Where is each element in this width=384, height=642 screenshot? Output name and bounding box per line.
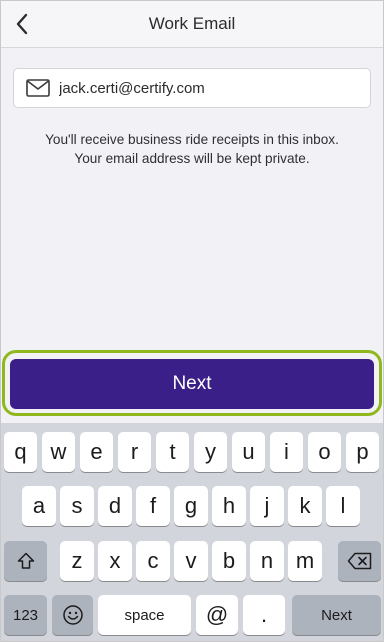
info-line-1: You'll receive business ride receipts in…	[45, 132, 339, 147]
key-x[interactable]: x	[98, 541, 132, 581]
key-n[interactable]: n	[250, 541, 284, 581]
backspace-icon	[347, 552, 371, 570]
key-e[interactable]: e	[80, 432, 113, 472]
next-button[interactable]: Next	[10, 359, 374, 409]
delete-key[interactable]	[338, 541, 381, 581]
key-z[interactable]: z	[60, 541, 94, 581]
key-s[interactable]: s	[60, 486, 94, 526]
email-field[interactable]	[13, 68, 371, 108]
key-a[interactable]: a	[22, 486, 56, 526]
email-input[interactable]	[59, 79, 370, 97]
dot-key[interactable]: .	[243, 595, 285, 635]
shift-icon	[17, 552, 34, 569]
key-o[interactable]: o	[308, 432, 341, 472]
key-k[interactable]: k	[288, 486, 322, 526]
space-key[interactable]: space	[98, 595, 191, 635]
key-d[interactable]: d	[98, 486, 132, 526]
key-t[interactable]: t	[156, 432, 189, 472]
key-p[interactable]: p	[346, 432, 379, 472]
key-r[interactable]: r	[118, 432, 151, 472]
key-i[interactable]: i	[270, 432, 303, 472]
info-line-2: Your email address will be kept private.	[74, 151, 310, 166]
key-h[interactable]: h	[212, 486, 246, 526]
key-c[interactable]: c	[136, 541, 170, 581]
key-q[interactable]: q	[4, 432, 37, 472]
page-title: Work Email	[148, 14, 236, 33]
key-y[interactable]: y	[194, 432, 227, 472]
key-m[interactable]: m	[288, 541, 322, 581]
key-g[interactable]: g	[174, 486, 208, 526]
key-u[interactable]: u	[232, 432, 265, 472]
nav-bar: Work Email	[0, 0, 384, 48]
emoji-key[interactable]	[52, 595, 93, 635]
key-b[interactable]: b	[212, 541, 246, 581]
key-w[interactable]: w	[42, 432, 75, 472]
key-l[interactable]: l	[326, 486, 360, 526]
mail-icon	[26, 79, 50, 97]
key-j[interactable]: j	[250, 486, 284, 526]
keyboard-next-key[interactable]: Next	[292, 595, 381, 635]
info-text: You'll receive business ride receipts in…	[10, 130, 374, 168]
numbers-key[interactable]: 123	[4, 595, 47, 635]
at-key[interactable]: @	[196, 595, 238, 635]
emoji-icon	[62, 605, 83, 625]
shift-key[interactable]	[4, 541, 47, 581]
key-f[interactable]: f	[136, 486, 170, 526]
key-v[interactable]: v	[174, 541, 208, 581]
keyboard: q w e r t y u i o p a s d f g h j k l z …	[0, 423, 384, 642]
